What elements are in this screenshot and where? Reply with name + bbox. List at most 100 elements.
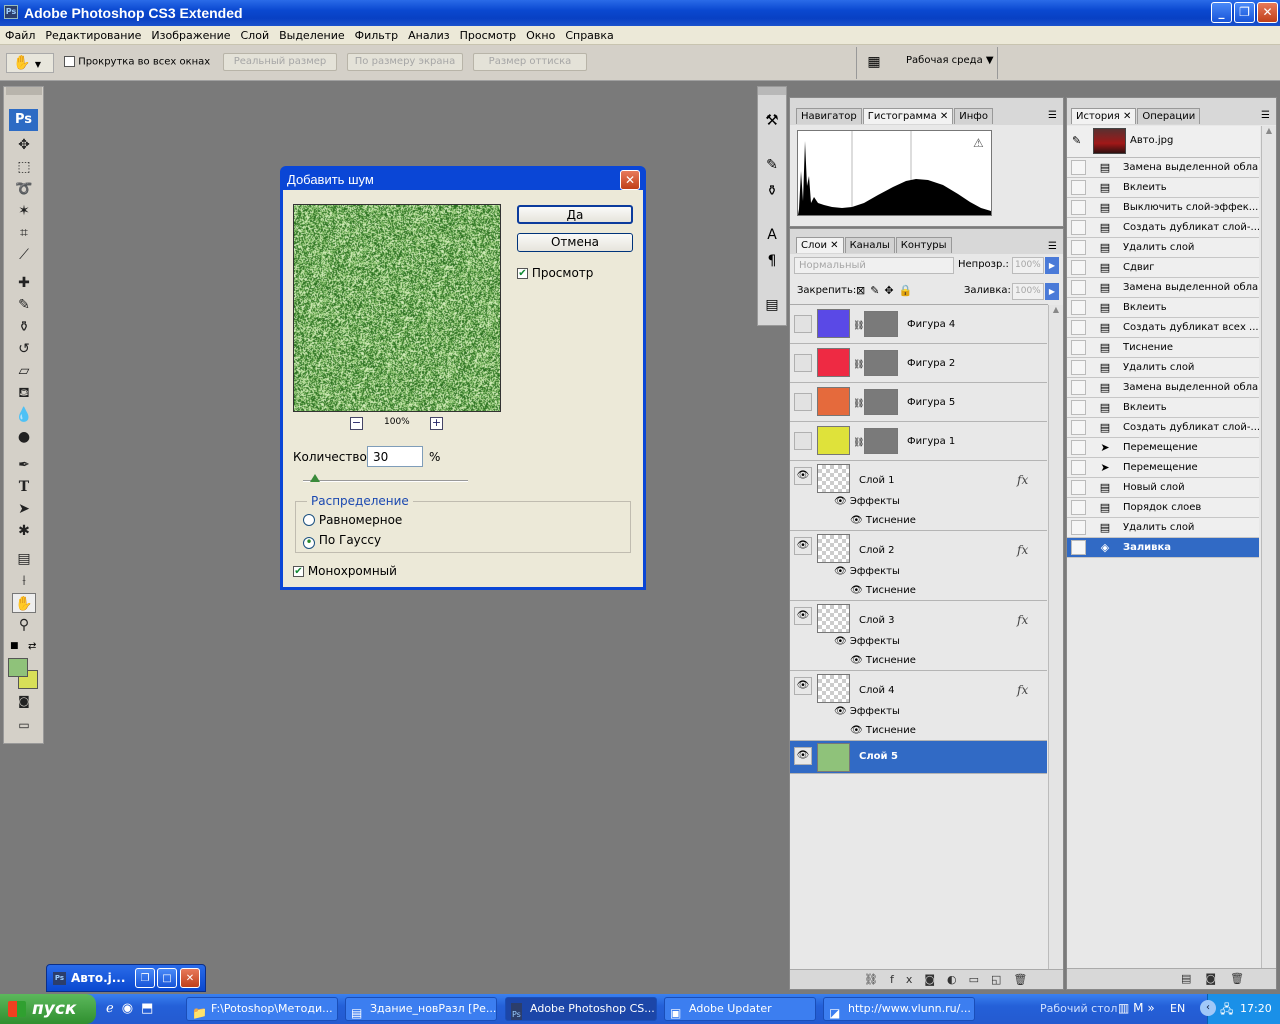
- clone-stamp-tool-icon[interactable]: ⚱: [12, 317, 36, 337]
- tab-info[interactable]: Инфо: [954, 108, 993, 124]
- eye-icon[interactable]: 👁: [850, 725, 863, 736]
- blur-tool-icon[interactable]: 💧: [12, 405, 36, 425]
- link-icon[interactable]: ⛓: [853, 438, 864, 448]
- panel-menu-icon[interactable]: ☰: [1048, 110, 1057, 121]
- amount-input[interactable]: 30: [367, 446, 423, 467]
- history-item[interactable]: ▤ Замена выделенной обла...: [1067, 278, 1259, 298]
- fill-input[interactable]: 100%: [1012, 283, 1044, 300]
- clock[interactable]: 17:20: [1240, 1002, 1272, 1015]
- eye-icon[interactable]: 👁: [794, 607, 812, 625]
- tray-expand-icon[interactable]: ‹: [1200, 1000, 1216, 1016]
- zoom-out-button[interactable]: −: [350, 417, 363, 430]
- effects-row[interactable]: 👁 Эффекты: [834, 496, 900, 507]
- emboss-row[interactable]: 👁 Тиснение: [850, 515, 916, 526]
- scroll-all-option[interactable]: Прокрутка во всех окнах: [64, 56, 210, 68]
- eye-icon[interactable]: 👁: [834, 636, 847, 647]
- quick-launch-icons[interactable]: ℯ◉⬒: [106, 1001, 161, 1016]
- history-brush-source-checkbox[interactable]: [1071, 320, 1086, 335]
- restore-doc-button[interactable]: ❐: [135, 968, 155, 988]
- opacity-input[interactable]: 100%: [1012, 257, 1044, 274]
- fx-icon[interactable]: fx: [1017, 683, 1028, 697]
- history-brush-source-checkbox[interactable]: [1071, 440, 1086, 455]
- history-item[interactable]: ▤ Замена выделенной обла...: [1067, 378, 1259, 398]
- history-brush-source-checkbox[interactable]: [1071, 300, 1086, 315]
- type-tool-icon[interactable]: T: [12, 477, 36, 497]
- history-item[interactable]: ▤ Новый слой: [1067, 478, 1259, 498]
- blend-mode-select[interactable]: Нормальный: [794, 257, 954, 274]
- layer-row[interactable]: 👁 Слой 1 fx 👁 Эффекты 👁 Тиснение: [790, 461, 1047, 531]
- history-footer-icons[interactable]: ▤◙🗑: [1067, 968, 1276, 989]
- panel-menu-icon[interactable]: ☰: [1261, 110, 1270, 121]
- history-brush-source-checkbox[interactable]: [1071, 180, 1086, 195]
- network-icon[interactable]: 🖧: [1220, 1000, 1233, 1021]
- fill-arrow-icon[interactable]: ▶: [1045, 283, 1059, 300]
- paint-bucket-tool-icon[interactable]: ⛾: [12, 383, 36, 403]
- visibility-toggle[interactable]: [794, 393, 812, 411]
- taskbar-item-photoshop[interactable]: Ps Adobe Photoshop CS...: [505, 997, 657, 1021]
- layer-row[interactable]: 👁 Слой 2 fx 👁 Эффекты 👁 Тиснение: [790, 531, 1047, 601]
- tool-preset-picker[interactable]: ✋ ▼: [6, 53, 54, 73]
- dialog-close-button[interactable]: ✕: [620, 170, 640, 190]
- layer-row[interactable]: ⛓ Фигура 5: [790, 383, 1047, 422]
- eye-icon[interactable]: 👁: [850, 655, 863, 666]
- custom-shape-tool-icon[interactable]: ✱: [12, 521, 36, 541]
- tab-navigator[interactable]: Навигатор: [796, 108, 862, 124]
- eye-icon[interactable]: 👁: [834, 706, 847, 717]
- opacity-arrow-icon[interactable]: ▶: [1045, 257, 1059, 274]
- menu-analysis[interactable]: Анализ: [403, 26, 455, 42]
- move-tool-icon[interactable]: ✥: [12, 135, 36, 155]
- taskbar-item-updater[interactable]: ▣ Adobe Updater: [664, 997, 816, 1021]
- eye-icon[interactable]: 👁: [850, 515, 863, 526]
- history-brush-source-checkbox[interactable]: [1071, 460, 1086, 475]
- ps-logo[interactable]: Ps: [9, 109, 38, 131]
- eraser-tool-icon[interactable]: ▱: [12, 361, 36, 381]
- brush-tool-icon[interactable]: ✎: [12, 295, 36, 315]
- menu-window[interactable]: Окно: [521, 26, 560, 42]
- fx-icon[interactable]: fx: [1017, 473, 1028, 487]
- effects-row[interactable]: 👁 Эффекты: [834, 566, 900, 577]
- monochromatic-checkbox[interactable]: ✔: [293, 566, 304, 577]
- fit-screen-button[interactable]: По размеру экрана: [347, 53, 463, 71]
- eye-icon[interactable]: 👁: [850, 585, 863, 596]
- eye-icon[interactable]: 👁: [794, 747, 812, 765]
- history-item[interactable]: ➤ Перемещение: [1067, 458, 1259, 478]
- history-brush-source-icon[interactable]: ✎: [1072, 134, 1081, 147]
- history-brush-source-checkbox[interactable]: [1071, 360, 1086, 375]
- history-item[interactable]: ◈ Заливка: [1067, 538, 1259, 558]
- menu-filter[interactable]: Фильтр: [350, 26, 404, 42]
- toolbar-icons[interactable]: ▥ M »: [1118, 1001, 1155, 1015]
- default-colors-icon[interactable]: ■: [10, 641, 19, 651]
- crop-tool-icon[interactable]: ⌗: [12, 223, 36, 243]
- layer-row[interactable]: 👁 Слой 4 fx 👁 Эффекты 👁 Тиснение: [790, 671, 1047, 741]
- notes-tool-icon[interactable]: ▤: [12, 549, 36, 569]
- tab-histogram[interactable]: Гистограмма ✕: [862, 108, 954, 124]
- healing-brush-tool-icon[interactable]: ✚: [12, 273, 36, 293]
- history-brush-source-checkbox[interactable]: [1071, 280, 1086, 295]
- ok-button[interactable]: Да: [517, 205, 633, 224]
- layers-footer-icons[interactable]: ⛓fx◙◐▭◱🗑: [790, 969, 1063, 989]
- clone-source-icon[interactable]: ⚱: [761, 183, 783, 205]
- hand-tool-icon[interactable]: ✋: [12, 593, 36, 613]
- taskbar-item-folder[interactable]: 📁 F:\Potoshop\Методи...: [186, 997, 338, 1021]
- history-brush-source-checkbox[interactable]: [1071, 400, 1086, 415]
- history-item[interactable]: ▤ Тиснение: [1067, 338, 1259, 358]
- close-button[interactable]: ✕: [1257, 2, 1278, 23]
- history-brush-source-checkbox[interactable]: [1071, 200, 1086, 215]
- desktop-toolbar-label[interactable]: Рабочий стол: [1040, 1002, 1117, 1015]
- cancel-button[interactable]: Отмена: [517, 233, 633, 252]
- brushes-icon[interactable]: ✎: [761, 157, 783, 179]
- tab-actions[interactable]: Операции: [1137, 108, 1201, 124]
- history-item[interactable]: ▤ Порядок слоев: [1067, 498, 1259, 518]
- actual-pixels-button[interactable]: Реальный размер: [223, 53, 337, 71]
- history-item[interactable]: ▤ Создать дубликат всех ...: [1067, 318, 1259, 338]
- history-brush-source-checkbox[interactable]: [1071, 240, 1086, 255]
- marquee-tool-icon[interactable]: ⬚: [12, 157, 36, 177]
- history-item[interactable]: ▤ Вклеить: [1067, 178, 1259, 198]
- effects-row[interactable]: 👁 Эффекты: [834, 706, 900, 717]
- history-item[interactable]: ▤ Вклеить: [1067, 398, 1259, 418]
- link-icon[interactable]: ⛓: [853, 399, 864, 409]
- tools-preset-icon[interactable]: ⚒: [761, 111, 783, 133]
- selected-layer-row[interactable]: 👁 Слой 5: [790, 741, 1047, 774]
- history-item[interactable]: ▤ Выключить слой-эффек...: [1067, 198, 1259, 218]
- effects-row[interactable]: 👁 Эффекты: [834, 636, 900, 647]
